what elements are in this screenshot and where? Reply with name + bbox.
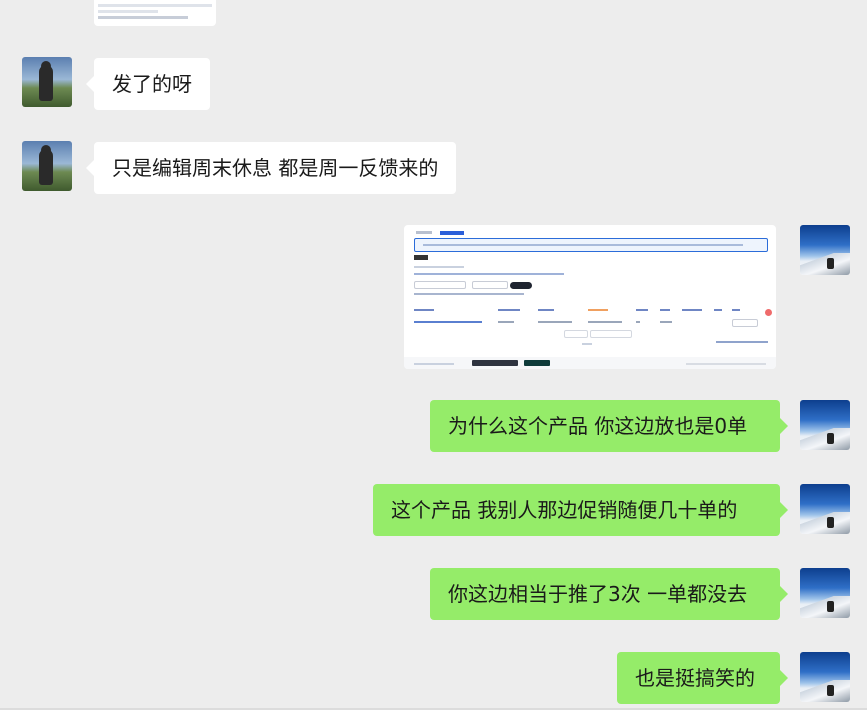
self-avatar[interactable] xyxy=(800,400,850,450)
contact-avatar[interactable] xyxy=(22,57,72,107)
previous-image-message[interactable] xyxy=(94,0,216,26)
screenshot-tabs xyxy=(416,231,464,235)
message-bubble-outgoing[interactable]: 也是挺搞笑的 xyxy=(617,652,788,704)
message-bubble-outgoing[interactable]: 这个产品 我别人那边促销随便几十单的 xyxy=(373,484,788,536)
message-bubble-incoming[interactable]: 只是编辑周末休息 都是周一反馈来的 xyxy=(85,142,457,194)
screenshot-notice-banner xyxy=(414,238,768,252)
screenshot-image-message[interactable] xyxy=(404,225,776,369)
contact-avatar[interactable] xyxy=(22,141,72,191)
message-bubble-incoming[interactable]: 发了的呀 xyxy=(86,58,210,110)
screenshot-search-button xyxy=(510,282,532,289)
screenshot-title xyxy=(414,255,428,260)
screenshot-close-icon xyxy=(765,309,772,316)
self-avatar[interactable] xyxy=(800,225,850,275)
message-bubble-outgoing[interactable]: 为什么这个产品 你这边放也是0单 xyxy=(430,400,788,452)
self-avatar[interactable] xyxy=(800,568,850,618)
message-bubble-outgoing[interactable]: 你这边相当于推了3次 一单都没去 xyxy=(430,568,788,620)
self-avatar[interactable] xyxy=(800,652,850,702)
self-avatar[interactable] xyxy=(800,484,850,534)
